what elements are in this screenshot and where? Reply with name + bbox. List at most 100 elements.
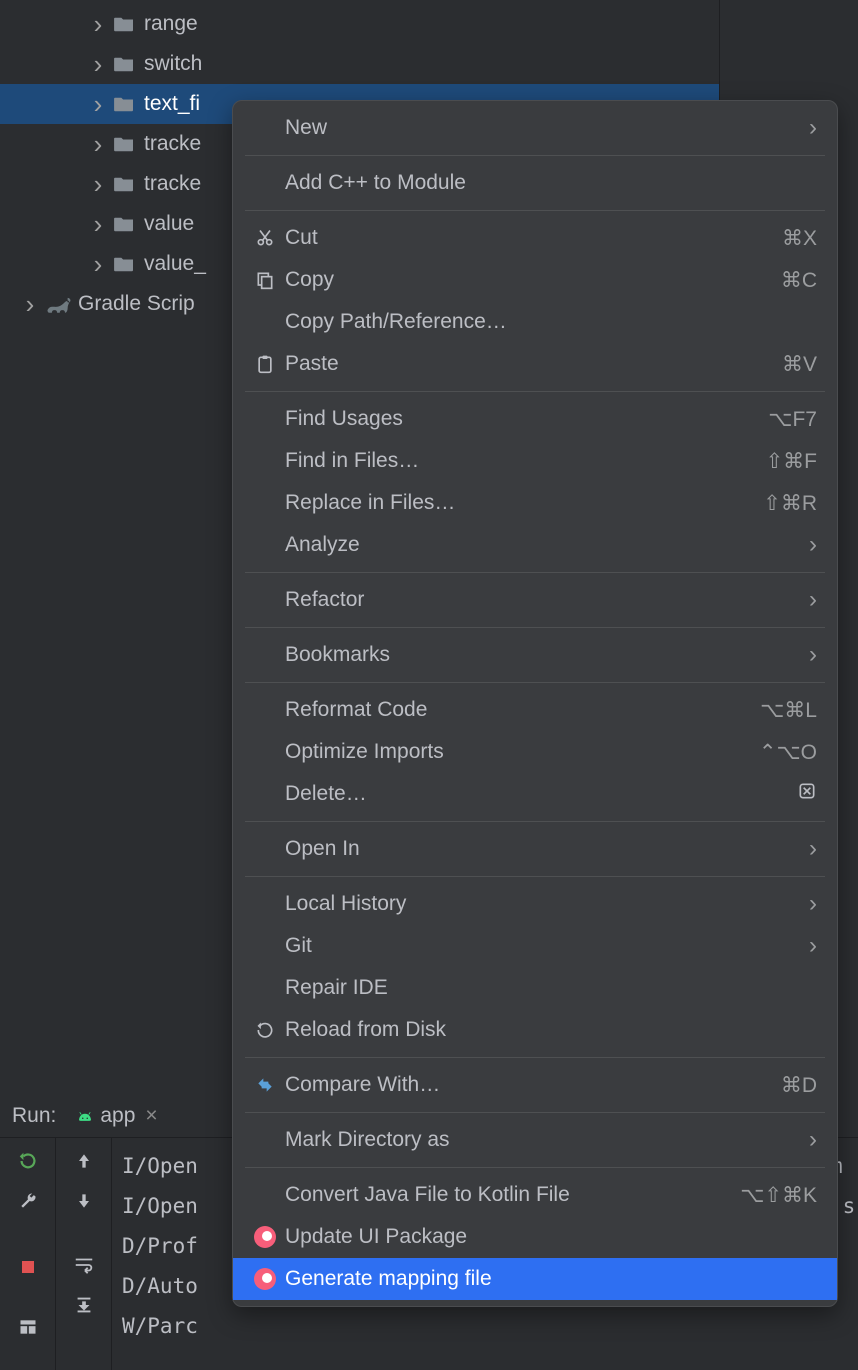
tree-item-label: text_fi	[144, 92, 200, 116]
delete-icon	[797, 781, 817, 807]
menu-shortcut: ⌘D	[781, 1073, 817, 1098]
menu-item-git[interactable]: Git›	[233, 925, 837, 967]
menu-item-analyze[interactable]: Analyze›	[233, 524, 837, 566]
android-icon	[76, 1107, 94, 1125]
tree-item-label: switch	[144, 52, 202, 76]
menu-shortcut: ⌃⌥O	[759, 740, 817, 765]
tree-item-switch[interactable]: switch	[0, 44, 719, 84]
close-icon[interactable]: ×	[145, 1104, 157, 1128]
menu-item-add-c-to-module[interactable]: Add C++ to Module	[233, 162, 837, 204]
reload-icon	[249, 1020, 281, 1040]
folder-icon	[112, 254, 136, 274]
menu-item-label: Add C++ to Module	[285, 171, 817, 195]
chevron-right-icon: ›	[809, 641, 817, 669]
scroll-to-end-button[interactable]	[71, 1292, 97, 1318]
menu-item-update-ui-package[interactable]: Update UI Package	[233, 1216, 837, 1258]
menu-item-label: Paste	[285, 352, 782, 376]
menu-separator	[245, 572, 825, 573]
menu-separator	[245, 1057, 825, 1058]
tree-item-range[interactable]: range	[0, 4, 719, 44]
menu-shortcut: ⇧⌘F	[766, 449, 817, 474]
tree-item-label: range	[144, 12, 198, 36]
menu-item-label: Open In	[285, 837, 809, 861]
menu-separator	[245, 1112, 825, 1113]
layout-button[interactable]	[15, 1314, 41, 1340]
menu-item-mark-directory-as[interactable]: Mark Directory as›	[233, 1119, 837, 1161]
menu-item-paste[interactable]: Paste⌘V	[233, 343, 837, 385]
folder-icon	[112, 14, 136, 34]
folder-icon	[112, 94, 136, 114]
menu-item-repair-ide[interactable]: Repair IDE	[233, 967, 837, 1009]
menu-separator	[245, 1167, 825, 1168]
menu-item-convert-java-file-to-kotlin-file[interactable]: Convert Java File to Kotlin File⌥⇧⌘K	[233, 1174, 837, 1216]
menu-item-label: Find in Files…	[285, 449, 766, 473]
menu-item-label: Convert Java File to Kotlin File	[285, 1183, 740, 1207]
wrench-button[interactable]	[15, 1188, 41, 1214]
menu-item-reformat-code[interactable]: Reformat Code⌥⌘L	[233, 689, 837, 731]
menu-item-label: Delete…	[285, 782, 797, 806]
menu-item-bookmarks[interactable]: Bookmarks›	[233, 634, 837, 676]
menu-item-label: Mark Directory as	[285, 1128, 809, 1152]
menu-item-replace-in-files[interactable]: Replace in Files…⇧⌘R	[233, 482, 837, 524]
menu-item-find-usages[interactable]: Find Usages⌥F7	[233, 398, 837, 440]
run-tab-app[interactable]: app ×	[68, 1100, 165, 1132]
menu-item-label: Update UI Package	[285, 1225, 817, 1249]
gradle-icon	[44, 294, 72, 314]
menu-item-refactor[interactable]: Refactor›	[233, 579, 837, 621]
menu-item-label: Bookmarks	[285, 643, 809, 667]
compare-icon	[249, 1075, 281, 1095]
up-arrow-button[interactable]	[71, 1148, 97, 1174]
menu-item-copy[interactable]: Copy⌘C	[233, 259, 837, 301]
chevron-right-icon: ›	[809, 586, 817, 614]
chevron-right-icon	[88, 129, 108, 160]
menu-separator	[245, 155, 825, 156]
run-gutter-right	[56, 1138, 112, 1370]
paste-icon	[249, 354, 281, 374]
menu-item-label: Optimize Imports	[285, 740, 759, 764]
chevron-right-icon: ›	[809, 531, 817, 559]
menu-item-reload-from-disk[interactable]: Reload from Disk	[233, 1009, 837, 1051]
menu-item-find-in-files[interactable]: Find in Files…⇧⌘F	[233, 440, 837, 482]
down-arrow-button[interactable]	[71, 1188, 97, 1214]
chevron-right-icon	[88, 49, 108, 80]
chevron-right-icon	[88, 249, 108, 280]
menu-item-label: Generate mapping file	[285, 1267, 817, 1291]
run-title: Run:	[12, 1104, 56, 1128]
chevron-right-icon	[88, 9, 108, 40]
menu-item-cut[interactable]: Cut⌘X	[233, 217, 837, 259]
chevron-right-icon: ›	[809, 932, 817, 960]
tree-item-label: tracke	[144, 172, 201, 196]
menu-item-label: Git	[285, 934, 809, 958]
menu-shortcut: ⌘X	[782, 226, 817, 251]
stop-button[interactable]	[15, 1254, 41, 1280]
menu-item-new[interactable]: New›	[233, 107, 837, 149]
folder-icon	[112, 174, 136, 194]
menu-item-label: Cut	[285, 226, 782, 250]
rerun-button[interactable]	[15, 1148, 41, 1174]
chevron-right-icon	[20, 289, 40, 320]
menu-shortcut: ⌥⇧⌘K	[740, 1183, 817, 1208]
menu-item-local-history[interactable]: Local History›	[233, 883, 837, 925]
menu-item-label: Refactor	[285, 588, 809, 612]
tree-item-label: value	[144, 212, 194, 236]
menu-item-label: Replace in Files…	[285, 491, 763, 515]
soft-wrap-button[interactable]	[71, 1252, 97, 1278]
menu-item-optimize-imports[interactable]: Optimize Imports⌃⌥O	[233, 731, 837, 773]
menu-item-label: Copy Path/Reference…	[285, 310, 817, 334]
chevron-right-icon	[88, 209, 108, 240]
chevron-right-icon: ›	[809, 835, 817, 863]
menu-item-compare-with[interactable]: Compare With…⌘D	[233, 1064, 837, 1106]
menu-shortcut: ⌘C	[781, 268, 817, 293]
menu-item-copy-path-reference[interactable]: Copy Path/Reference…	[233, 301, 837, 343]
menu-shortcut: ⌘V	[782, 352, 817, 377]
tree-item-label: Gradle Scrip	[78, 292, 195, 316]
menu-item-delete[interactable]: Delete…	[233, 773, 837, 815]
menu-item-generate-mapping-file[interactable]: Generate mapping file	[233, 1258, 837, 1300]
tree-item-label: value_	[144, 252, 206, 276]
folder-icon	[112, 214, 136, 234]
menu-separator	[245, 391, 825, 392]
menu-item-label: Reload from Disk	[285, 1018, 817, 1042]
context-menu: New›Add C++ to ModuleCut⌘XCopy⌘CCopy Pat…	[232, 100, 838, 1307]
menu-item-open-in[interactable]: Open In›	[233, 828, 837, 870]
folder-icon	[112, 54, 136, 74]
